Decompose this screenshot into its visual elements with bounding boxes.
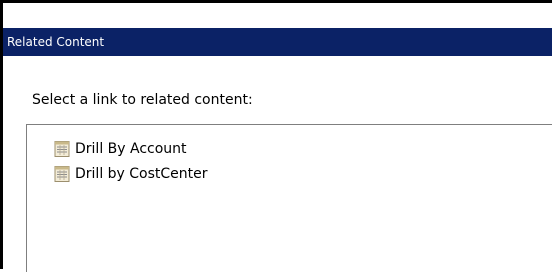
related-content-dialog: Related Content Select a link to related… [0,0,552,272]
dialog-title: Related Content [3,28,552,56]
prompt-label: Select a link to related content: [32,92,253,108]
report-icon [54,141,70,157]
dialog-body: Select a link to related content: Drill … [3,56,552,272]
list-item-label: Drill By Account [75,141,187,157]
related-links-list[interactable]: Drill By Account Drill by CostCenter [26,124,552,272]
report-icon [54,166,70,182]
list-item-drill-by-costcenter[interactable]: Drill by CostCenter [54,162,208,186]
list-item-drill-by-account[interactable]: Drill By Account [54,137,187,161]
list-item-label: Drill by CostCenter [75,166,208,182]
